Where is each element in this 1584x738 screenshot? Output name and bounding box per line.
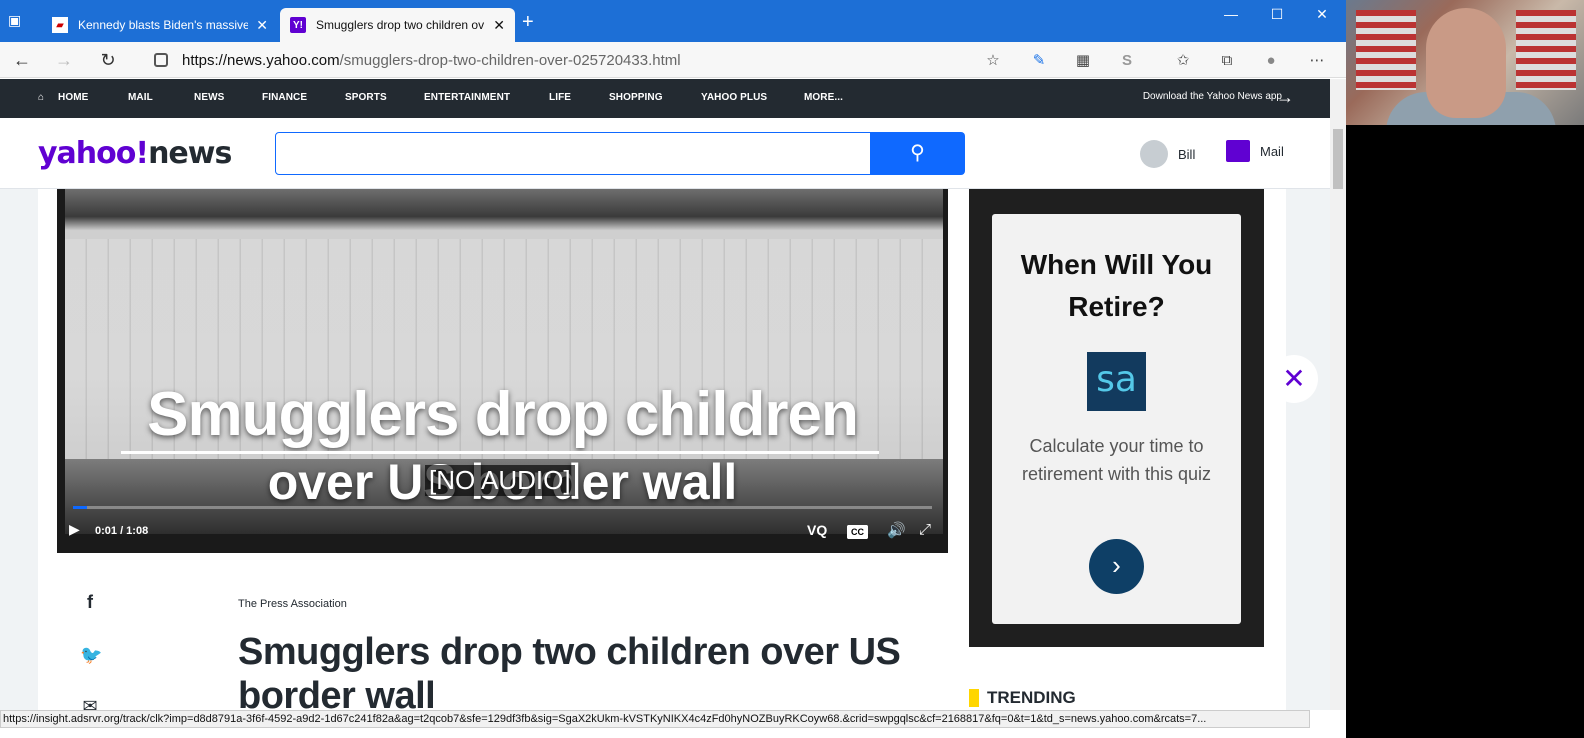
- video-progress-fill: [73, 506, 87, 509]
- ad-close-button[interactable]: ✕: [1270, 355, 1318, 403]
- back-icon[interactable]: ←: [10, 48, 34, 72]
- arrow-right-icon[interactable]: →: [1276, 87, 1294, 108]
- close-window-icon[interactable]: ✕: [1307, 6, 1337, 23]
- twitter-icon[interactable]: 🐦: [80, 645, 102, 666]
- nav-life[interactable]: LIFE: [549, 92, 571, 103]
- chevron-right-icon: ›: [1112, 550, 1121, 580]
- tab-title: Smugglers drop two children ov: [316, 18, 485, 32]
- video-quality-button[interactable]: VQ: [807, 522, 827, 538]
- download-app-link[interactable]: Download the Yahoo News app: [1143, 91, 1282, 102]
- nav-finance[interactable]: FINANCE: [262, 92, 307, 103]
- ad-logo: sa: [1087, 352, 1146, 411]
- user-profile[interactable]: Bill: [1140, 140, 1195, 168]
- close-tab-icon[interactable]: ✕: [493, 17, 505, 34]
- facebook-icon[interactable]: f: [80, 592, 100, 613]
- nav-entertainment[interactable]: ENTERTAINMENT: [424, 92, 510, 103]
- close-tab-icon[interactable]: ✕: [256, 17, 268, 34]
- refresh-icon[interactable]: ↻: [96, 48, 120, 72]
- ad-card[interactable]: When Will You Retire? sa Calculate your …: [992, 214, 1241, 624]
- yahoo-top-nav: ⌂ HOME MAIL NEWS FINANCE SPORTS ENTERTAI…: [0, 79, 1330, 118]
- video-time: 0:01 / 1:08: [95, 525, 149, 537]
- collections-extension-icon[interactable]: ▦: [1072, 50, 1094, 72]
- nav-more[interactable]: MORE...: [804, 92, 843, 103]
- url-path: /smugglers-drop-two-children-over-025720…: [339, 51, 681, 69]
- minimize-icon[interactable]: —: [1216, 6, 1246, 22]
- nav-sports[interactable]: SPORTS: [345, 92, 387, 103]
- tab-strip: ▣ ▰ Kennedy blasts Biden's massive ✕ Y! …: [0, 0, 1346, 42]
- browser-window: ▣ ▰ Kennedy blasts Biden's massive ✕ Y! …: [0, 0, 1346, 738]
- webcam-person-face: [1426, 8, 1506, 118]
- avatar: [1140, 140, 1168, 168]
- maximize-icon[interactable]: ☐: [1262, 6, 1292, 23]
- yahoo-news-logo[interactable]: yahoo!news: [38, 136, 232, 171]
- article-provider[interactable]: The Press Association: [238, 598, 347, 610]
- article-headline: Smugglers drop two children over US bord…: [238, 631, 901, 717]
- yahoo-favicon: Y!: [290, 17, 306, 33]
- user-name: Bill: [1178, 146, 1196, 162]
- trending-label: TRENDING: [987, 688, 1076, 707]
- volume-icon[interactable]: 🔊: [887, 521, 906, 539]
- nav-news[interactable]: NEWS: [194, 92, 224, 103]
- url-host: https://news.yahoo.com: [182, 51, 340, 69]
- nav-home[interactable]: HOME: [58, 92, 88, 103]
- ad-body: Calculate your time to retirement with t…: [1021, 436, 1212, 484]
- profile-icon[interactable]: ●: [1260, 50, 1282, 72]
- tab-kennedy[interactable]: ▰ Kennedy blasts Biden's massive ✕: [42, 8, 278, 42]
- closed-captions-button[interactable]: CC: [847, 524, 868, 539]
- page-scrollbar[interactable]: [1330, 79, 1346, 710]
- new-tab-icon[interactable]: +: [522, 12, 534, 32]
- tab-title: Kennedy blasts Biden's massive: [78, 18, 249, 32]
- video-progress-bar[interactable]: [73, 506, 932, 509]
- tab-favicon: ▰: [52, 17, 68, 33]
- video-title-line1: Smugglers drop children: [147, 380, 859, 449]
- lock-icon[interactable]: [154, 53, 168, 67]
- video-player[interactable]: Smugglers drop children over US border w…: [57, 189, 948, 553]
- mail-envelope-icon: [1226, 140, 1250, 162]
- ad-headline: When Will You Retire?: [1020, 249, 1213, 322]
- address-bar-row: ← → ↻ https://news.yahoo.com/smugglers-d…: [0, 42, 1346, 78]
- collections-icon[interactable]: ⧉: [1216, 50, 1238, 72]
- url-field[interactable]: https://news.yahoo.com/smugglers-drop-tw…: [146, 46, 1010, 74]
- tab-actions-icon[interactable]: ▣: [8, 12, 28, 32]
- mail-link[interactable]: Mail: [1226, 140, 1284, 162]
- status-bar-url: https://insight.adsrvr.org/track/clk?imp…: [0, 710, 1310, 728]
- s-extension-icon[interactable]: S: [1116, 50, 1138, 72]
- mail-label: Mail: [1260, 143, 1284, 159]
- webcam-flag-left: [1356, 10, 1416, 90]
- nav-mail[interactable]: MAIL: [128, 92, 153, 103]
- forward-icon[interactable]: →: [52, 48, 76, 72]
- cc-icon: CC: [847, 525, 868, 539]
- trending-header: TRENDING: [969, 688, 1076, 708]
- settings-more-icon[interactable]: ⋯: [1306, 50, 1328, 72]
- webcam-overlay: [1346, 0, 1584, 125]
- logo-news: news: [148, 136, 232, 171]
- webcam-flag-right: [1516, 10, 1576, 90]
- nav-yahoo-plus[interactable]: YAHOO PLUS: [701, 92, 767, 103]
- search-input[interactable]: [275, 132, 871, 175]
- play-icon[interactable]: ▶: [69, 521, 80, 538]
- video-caption: [NO AUDIO]: [425, 465, 575, 496]
- home-icon[interactable]: ⌂: [38, 92, 44, 103]
- yahoo-header: yahoo!news ⚲ Bill Mail: [0, 118, 1330, 189]
- fullscreen-icon[interactable]: ⤢: [919, 521, 931, 538]
- nav-shopping[interactable]: SHOPPING: [609, 92, 663, 103]
- ad-next-button[interactable]: ›: [1089, 539, 1144, 594]
- search-icon: ⚲: [910, 142, 925, 164]
- scrollbar-thumb[interactable]: [1333, 129, 1343, 189]
- logo-yahoo: yahoo!: [38, 136, 149, 171]
- trending-accent: [969, 689, 979, 707]
- add-favorite-icon[interactable]: ☆: [982, 50, 1004, 72]
- close-icon: ✕: [1282, 363, 1306, 394]
- favorites-icon[interactable]: ✩: [1172, 50, 1194, 72]
- extension-feather-icon[interactable]: ✎: [1028, 50, 1050, 72]
- tab-smugglers[interactable]: Y! Smugglers drop two children ov ✕: [280, 8, 515, 42]
- search-button[interactable]: ⚲: [870, 132, 965, 175]
